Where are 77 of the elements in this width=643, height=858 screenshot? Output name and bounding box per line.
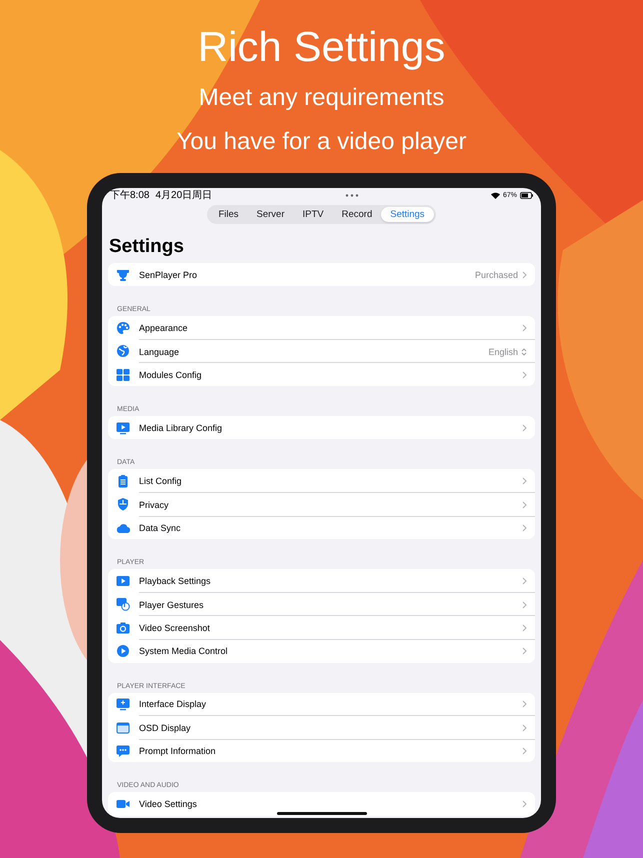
globe-icon [116, 344, 130, 358]
row-label: System Media Control [139, 646, 228, 656]
settings-row[interactable]: Media Library Config [108, 416, 535, 440]
camera-icon [116, 620, 130, 635]
chevron-right-icon [521, 647, 527, 656]
headline: Rich Settings [198, 22, 446, 72]
tab[interactable]: Record [332, 207, 382, 222]
row-label: Privacy [139, 500, 169, 510]
chevron-right-icon [521, 324, 527, 332]
row-label: Language [139, 346, 180, 357]
play-icon [116, 574, 130, 588]
settings-row[interactable]: Data Sync [108, 516, 535, 540]
chevron-right-icon [521, 747, 527, 756]
up-down-chevron-icon [521, 348, 527, 356]
chat-bubble-icon [116, 744, 130, 758]
subheadline: Meet any requirements [198, 83, 444, 113]
settings-row[interactable]: Video Screenshot [108, 616, 535, 640]
settings-row[interactable]: Language English [108, 340, 535, 363]
status-date: 4月20日周日 [155, 189, 212, 202]
row-value: Purchased [474, 270, 518, 280]
play-circle-icon [116, 644, 130, 658]
subheadline: You have for a video player [176, 127, 466, 157]
row-label: Modules Config [139, 370, 202, 380]
settings-row[interactable]: Privacy [108, 492, 535, 516]
row-label: Video Settings [139, 799, 197, 810]
chevron-right-icon [521, 800, 527, 808]
settings-row[interactable]: System Media Control [108, 639, 535, 663]
shield-icon [116, 497, 130, 512]
row-label: Interface Display [139, 699, 206, 710]
settings-row[interactable]: Modules Config [108, 362, 535, 386]
row-label: SenPlayer Pro [139, 270, 198, 280]
chevron-right-icon [521, 577, 527, 586]
tab[interactable]: Settings [381, 207, 434, 222]
settings-row[interactable]: SenPlayer Pro Purchased [108, 263, 535, 286]
row-label: List Config [139, 476, 182, 486]
settings-row[interactable]: Playback Settings [108, 569, 535, 593]
settings-row[interactable]: Player Gestures [108, 592, 535, 616]
row-label: Player Gestures [139, 600, 204, 610]
tab[interactable]: IPTV [293, 207, 333, 222]
tab[interactable]: Files [209, 207, 248, 222]
tab[interactable]: Server [248, 207, 294, 222]
multitasking-dots-icon [344, 194, 359, 196]
chevron-right-icon [521, 724, 527, 732]
window-icon [116, 720, 130, 734]
chevron-right-icon [521, 524, 527, 532]
row-label: Video Screenshot [139, 623, 210, 634]
row-label: Media Library Config [139, 422, 222, 433]
chevron-right-icon [521, 700, 527, 708]
clipboard-icon [116, 474, 130, 488]
chevron-right-icon [521, 600, 527, 609]
row-label: OSD Display [139, 723, 191, 733]
row-label: Data Sync [139, 523, 181, 534]
row-label: Appearance [139, 322, 188, 333]
settings-row[interactable]: Prompt Information [108, 739, 535, 762]
chevron-right-icon [521, 477, 527, 486]
grid-icon [116, 368, 130, 382]
row-label: Prompt Information [139, 746, 216, 756]
chevron-right-icon [521, 424, 527, 432]
page-title: Settings [109, 236, 185, 258]
settings-row[interactable]: Interface Display [108, 692, 535, 716]
chevron-right-icon [521, 371, 527, 380]
settings-row[interactable]: OSD Display [108, 716, 535, 740]
wifi-icon [490, 192, 500, 198]
palette-icon [116, 320, 130, 335]
trophy-icon [116, 268, 130, 282]
monitor-play-icon [116, 420, 130, 435]
settings-row[interactable]: List Config [108, 469, 535, 493]
monitor-sparkle-icon [116, 697, 130, 712]
battery-icon [520, 192, 533, 198]
settings-row[interactable]: Appearance [108, 316, 535, 340]
chevron-right-icon [521, 270, 527, 279]
settings-row[interactable]: Video Settings [108, 792, 535, 816]
chevron-right-icon [521, 500, 527, 509]
row-value: English [488, 346, 518, 357]
status-time: 下午8:08 [110, 189, 150, 202]
row-label: Playback Settings [139, 576, 211, 586]
chevron-right-icon [521, 624, 527, 632]
